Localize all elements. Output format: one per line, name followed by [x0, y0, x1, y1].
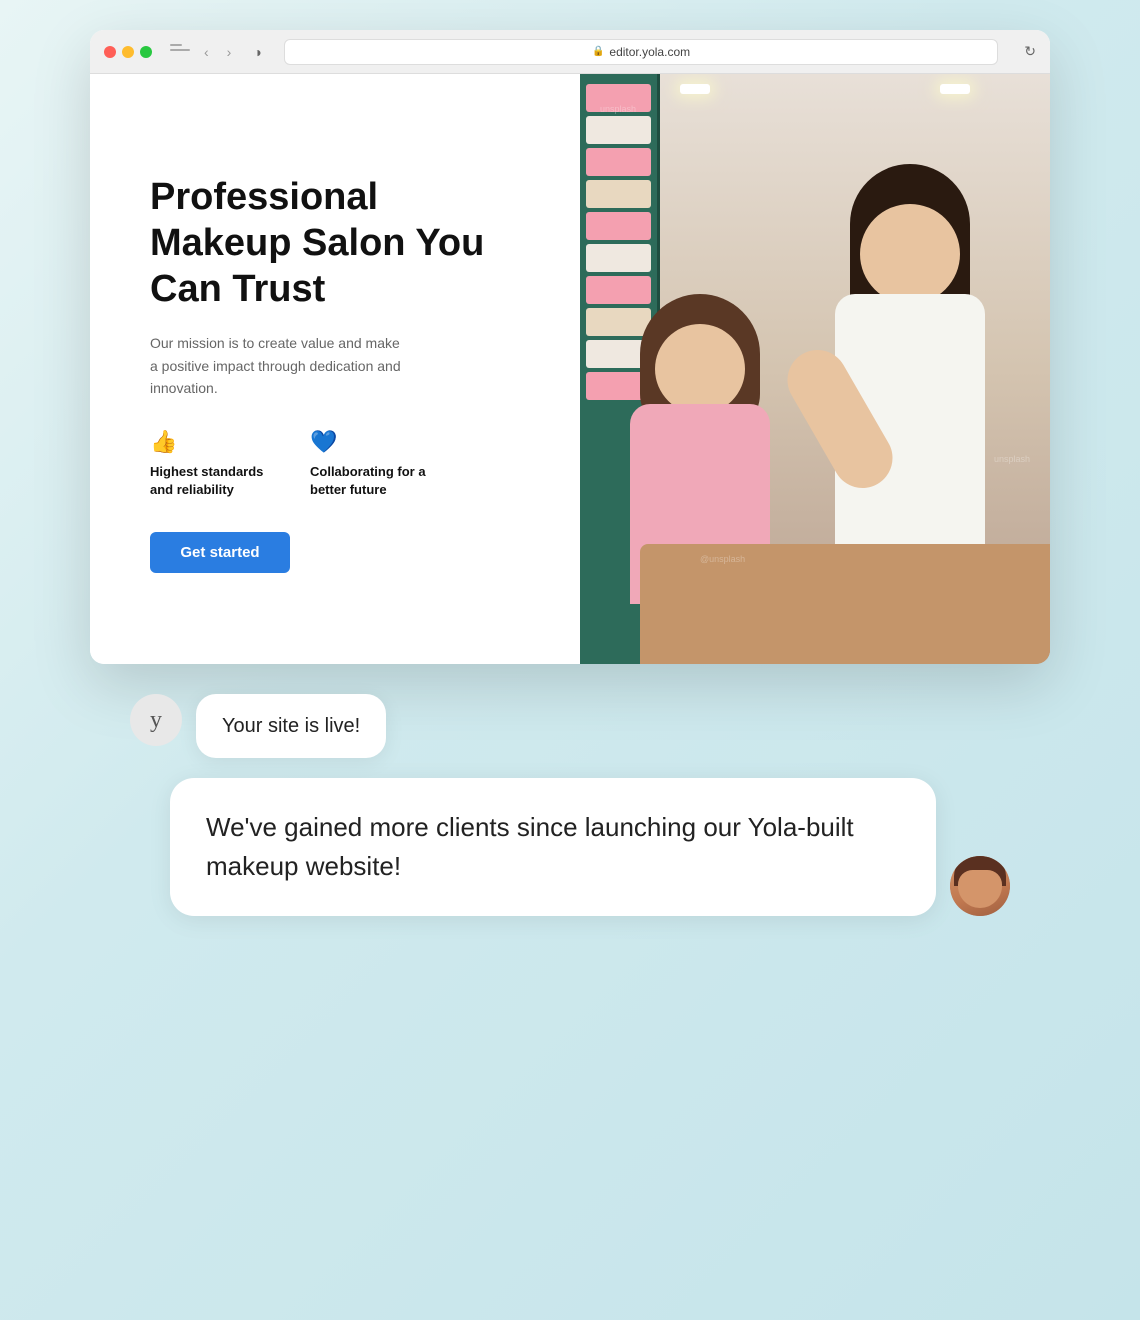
privacy-icon: ◑ [253, 44, 261, 60]
hero-subtitle: Our mission is to create value and make … [150, 332, 410, 399]
website-content: Professional Makeup Salon You Can Trust … [90, 74, 1050, 664]
website-right-image: unsplash unsplash @unsplash [580, 74, 1050, 664]
back-arrow-icon[interactable]: ‹ [200, 42, 213, 62]
dot-minimize[interactable] [122, 46, 134, 58]
salon-image: unsplash unsplash @unsplash [580, 74, 1050, 664]
forward-arrow-icon[interactable]: › [223, 42, 236, 62]
lock-icon: 🔒 [592, 46, 604, 57]
feature-item-2: 💙 Collaborating for a better future [310, 429, 430, 499]
address-bar[interactable]: 🔒 editor.yola.com [284, 39, 998, 65]
browser-dots [104, 46, 152, 58]
dot-close[interactable] [104, 46, 116, 58]
yola-avatar-letter: y [150, 707, 162, 734]
dot-maximize[interactable] [140, 46, 152, 58]
yola-avatar: y [130, 694, 182, 746]
chat-message-2-text: We've gained more clients since launchin… [206, 812, 854, 881]
url-text: editor.yola.com [609, 45, 690, 59]
feature-item-1: 👍 Highest standards and reliability [150, 429, 270, 499]
browser-controls [170, 44, 190, 60]
chat-bubble-2: We've gained more clients since launchin… [170, 778, 936, 916]
website-left-panel: Professional Makeup Salon You Can Trust … [90, 74, 580, 664]
hero-title: Professional Makeup Salon You Can Trust [150, 175, 530, 312]
get-started-button[interactable]: Get started [150, 532, 290, 573]
feature-icons-row: 👍 Highest standards and reliability 💙 Co… [150, 429, 530, 499]
feature1-label: Highest standards and reliability [150, 463, 270, 499]
chat-section: y Your site is live! We've gained more c… [90, 694, 1050, 916]
user-avatar [950, 856, 1010, 916]
reload-icon[interactable]: ↻ [1024, 43, 1036, 60]
salon-counter [640, 544, 1050, 664]
feature2-label: Collaborating for a better future [310, 463, 430, 499]
ceiling-light-1 [680, 84, 710, 94]
chat-row-2: We've gained more clients since launchin… [170, 778, 1010, 916]
browser-chrome: ‹ › ◑ 🔒 editor.yola.com ↻ [90, 30, 1050, 74]
avatar-skin [958, 870, 1002, 908]
page-wrapper: ‹ › ◑ 🔒 editor.yola.com ↻ Professional M… [0, 0, 1140, 1320]
ceiling-light-2 [940, 84, 970, 94]
chat-bubble-1: Your site is live! [196, 694, 386, 758]
chat-message-1-text: Your site is live! [222, 715, 360, 737]
chat-row-1: y Your site is live! [130, 694, 1010, 758]
sidebar-toggle-icon[interactable] [170, 44, 190, 60]
thumbsup-icon: 👍 [150, 429, 270, 455]
browser-window: ‹ › ◑ 🔒 editor.yola.com ↻ Professional M… [90, 30, 1050, 664]
heart-icon: 💙 [310, 429, 430, 455]
user-avatar-face [950, 856, 1010, 916]
